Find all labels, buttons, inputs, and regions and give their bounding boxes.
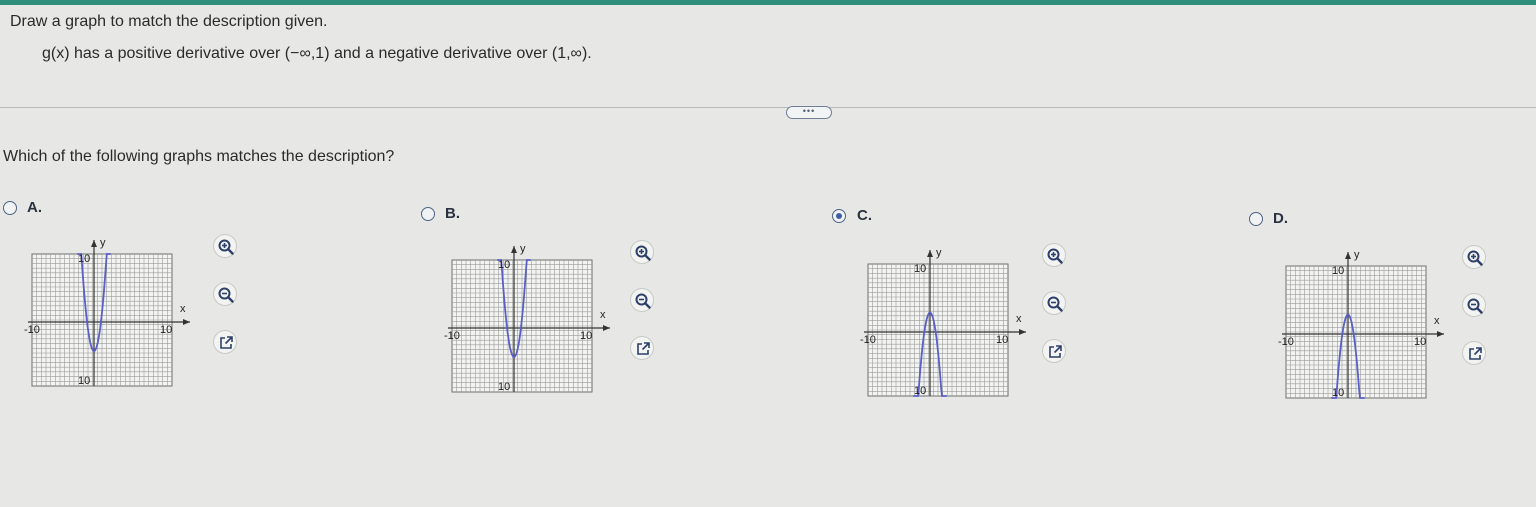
y-axis-arrow [511, 246, 517, 253]
y-axis-label: y [936, 247, 942, 259]
graph-svg: y x -10 10 10 10 [1278, 249, 1444, 399]
open-external-icon [1469, 347, 1482, 360]
graph-svg: y x -10 10 10 10 [24, 237, 190, 387]
y-tick-top: 10 [498, 259, 510, 271]
y-tick-bottom: 10 [78, 375, 90, 387]
problem-statement: g(x) has a positive derivative over (−∞,… [42, 45, 592, 62]
x-tick-left: -10 [1278, 336, 1294, 348]
zoom-out-button[interactable] [1462, 293, 1486, 317]
x-axis-label: x [180, 303, 186, 315]
open-external-icon [1049, 345, 1062, 358]
section-divider [0, 107, 1536, 108]
x-tick-right: 10 [1414, 336, 1426, 348]
y-tick-bottom: 10 [1332, 387, 1344, 399]
zoom-out-icon [1467, 298, 1483, 314]
y-tick-top: 10 [1332, 265, 1344, 277]
x-axis-label: x [600, 309, 606, 321]
zoom-in-button[interactable] [630, 240, 654, 264]
x-axis-arrow [603, 325, 610, 331]
y-axis-label: y [1354, 249, 1360, 261]
y-axis-label: y [520, 243, 526, 255]
open-external-button[interactable] [630, 336, 654, 360]
x-tick-left: -10 [24, 324, 40, 336]
zoom-out-button[interactable] [213, 282, 237, 306]
option-graph: y x -10 10 10 10 [858, 242, 1033, 412]
open-external-button[interactable] [1462, 341, 1486, 365]
y-axis-arrow [1345, 252, 1351, 259]
open-external-icon [220, 336, 233, 349]
y-tick-bottom: 10 [914, 385, 926, 397]
zoom-out-icon [635, 293, 651, 309]
question-text: Which of the following graphs matches th… [3, 148, 395, 165]
option-graph: y x -10 10 10 10 [1276, 244, 1451, 414]
zoom-in-icon [1467, 250, 1483, 266]
x-axis-arrow [1019, 329, 1026, 335]
x-tick-right: 10 [160, 324, 172, 336]
option-letter[interactable]: A. [27, 199, 42, 216]
open-external-button[interactable] [1042, 339, 1066, 363]
x-axis-arrow [1437, 331, 1444, 337]
y-axis-arrow [91, 240, 97, 247]
graph-svg: y x -10 10 10 10 [860, 247, 1026, 397]
option-letter[interactable]: C. [857, 207, 872, 224]
zoom-out-button[interactable] [630, 288, 654, 312]
option-radio[interactable] [832, 209, 846, 223]
instruction-text: Draw a graph to match the description gi… [10, 13, 328, 30]
open-external-button[interactable] [213, 330, 237, 354]
y-axis-label: y [100, 237, 106, 249]
y-tick-top: 10 [78, 253, 90, 265]
zoom-out-icon [218, 287, 234, 303]
x-tick-left: -10 [444, 330, 460, 342]
top-accent-bar [0, 0, 1536, 5]
open-external-icon [637, 342, 650, 355]
option-radio[interactable] [1249, 212, 1263, 226]
y-tick-top: 10 [914, 263, 926, 275]
zoom-in-icon [635, 245, 651, 261]
zoom-in-icon [218, 239, 234, 255]
zoom-out-button[interactable] [1042, 291, 1066, 315]
y-tick-bottom: 10 [498, 381, 510, 393]
option-radio[interactable] [421, 207, 435, 221]
zoom-in-button[interactable] [213, 234, 237, 258]
zoom-in-button[interactable] [1042, 243, 1066, 267]
x-tick-right: 10 [580, 330, 592, 342]
option-radio[interactable] [3, 201, 17, 215]
option-letter[interactable]: B. [445, 205, 460, 222]
x-tick-right: 10 [996, 334, 1008, 346]
graph-svg: y x -10 10 10 10 [444, 243, 610, 393]
y-axis-arrow [927, 250, 933, 257]
zoom-out-icon [1047, 296, 1063, 312]
more-button[interactable]: ••• [786, 106, 832, 119]
option-letter[interactable]: D. [1273, 210, 1288, 227]
x-axis-label: x [1434, 315, 1440, 327]
zoom-in-icon [1047, 248, 1063, 264]
x-axis-label: x [1016, 313, 1022, 325]
option-graph: y x -10 10 10 10 [22, 232, 197, 402]
x-tick-left: -10 [860, 334, 876, 346]
zoom-in-button[interactable] [1462, 245, 1486, 269]
option-graph: y x -10 10 10 10 [442, 238, 617, 408]
x-axis-arrow [183, 319, 190, 325]
